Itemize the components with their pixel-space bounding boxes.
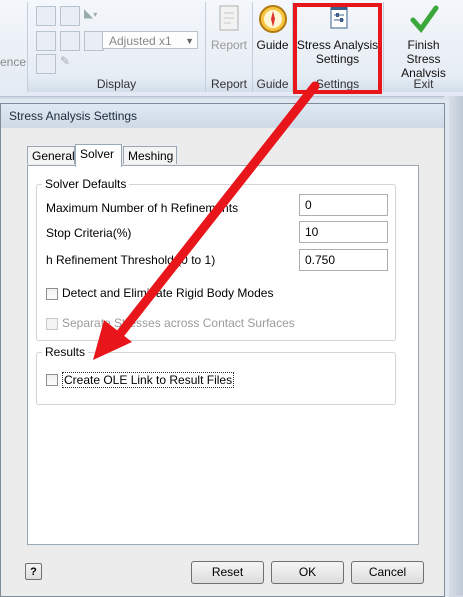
display-layers-icon[interactable] [84, 31, 104, 51]
display-shape-icon[interactable]: ◣▾ [84, 6, 102, 24]
results-legend: Results [42, 345, 89, 359]
max-h-refinements-input[interactable]: 0 [299, 194, 388, 216]
display-pen-icon[interactable]: ✎ [60, 54, 78, 72]
finish-button-label-1: Finish [407, 38, 440, 52]
display-grid-icon[interactable] [36, 6, 56, 26]
finish-button-label-2: Stress Analysis [401, 52, 446, 80]
guide-button-label: Guide [256, 38, 289, 52]
tab-solver[interactable]: Solver [75, 144, 122, 167]
dialog-title: Stress Analysis Settings [1, 104, 444, 128]
display-probe-icon[interactable] [36, 54, 56, 74]
create-ole-link-checkbox[interactable] [46, 374, 58, 386]
display-copy-icon[interactable] [60, 31, 80, 51]
guide-button[interactable]: Guide [254, 4, 291, 52]
ribbon-group-report: Report Report [206, 0, 252, 96]
stress-analysis-settings-dialog: Stress Analysis Settings General Solver … [0, 103, 445, 597]
stop-criteria-label: Stop Criteria(%) [46, 226, 132, 240]
ribbon-group-guide: Guide Guide [253, 0, 292, 96]
display-scale-value: Adjusted x1 [109, 34, 172, 48]
ribbon: ence ◣▾ ✎ Adjusted x1 ▼ Display Report R… [0, 0, 463, 97]
report-group-label: Report [206, 77, 252, 92]
ribbon-group-partial: ence [0, 0, 27, 96]
separate-stresses-label: Separate Stresses across Contact Surface… [62, 316, 295, 330]
solver-defaults-legend: Solver Defaults [42, 177, 130, 191]
h-refinement-threshold-label: h Refinement Threshold (0 to 1) [46, 253, 216, 267]
background-canvas [444, 96, 463, 595]
ribbon-group-exit: Finish Stress Analysis Exit [384, 0, 463, 96]
ribbon-group-display: ◣▾ ✎ Adjusted x1 ▼ Display [28, 0, 205, 96]
finish-check-icon [409, 4, 439, 34]
report-button-label: Report [210, 38, 248, 52]
solver-tab-panel: Solver Defaults Maximum Number of h Refi… [27, 165, 419, 545]
separate-stresses-checkbox [46, 318, 58, 330]
report-icon [214, 4, 244, 34]
solver-defaults-group: Solver Defaults Maximum Number of h Refi… [36, 177, 396, 341]
guide-compass-icon [258, 4, 288, 34]
tab-meshing[interactable]: Meshing [123, 146, 177, 164]
chevron-down-icon: ▼ [185, 36, 194, 46]
tab-general[interactable]: General [27, 146, 75, 164]
detect-rigid-body-checkbox[interactable] [46, 288, 58, 300]
max-h-refinements-label: Maximum Number of h Refinements [46, 201, 239, 215]
display-scale-combo[interactable]: Adjusted x1 ▼ [102, 31, 198, 49]
cancel-button[interactable]: Cancel [351, 561, 424, 584]
partial-label: ence [0, 55, 27, 69]
display-group-label: Display [28, 77, 205, 92]
callout-highlight-box [293, 3, 382, 94]
results-group: Results Create OLE Link to Result Files [36, 345, 396, 405]
display-page-icon[interactable] [36, 31, 56, 51]
finish-stress-analysis-button[interactable]: Finish Stress Analysis [384, 4, 463, 80]
ok-button[interactable]: OK [271, 561, 344, 584]
help-button[interactable]: ? [25, 563, 42, 580]
h-refinement-threshold-input[interactable]: 0.750 [299, 249, 388, 271]
create-ole-link-label: Create OLE Link to Result Files [62, 372, 235, 388]
exit-group-label: Exit [384, 77, 463, 92]
stop-criteria-input[interactable]: 10 [299, 221, 388, 243]
report-button[interactable]: Report [208, 4, 250, 52]
guide-group-label: Guide [253, 77, 292, 92]
reset-button[interactable]: Reset [191, 561, 264, 584]
detect-rigid-body-label: Detect and Eliminate Rigid Body Modes [62, 286, 274, 300]
display-view-icon[interactable] [60, 6, 80, 26]
